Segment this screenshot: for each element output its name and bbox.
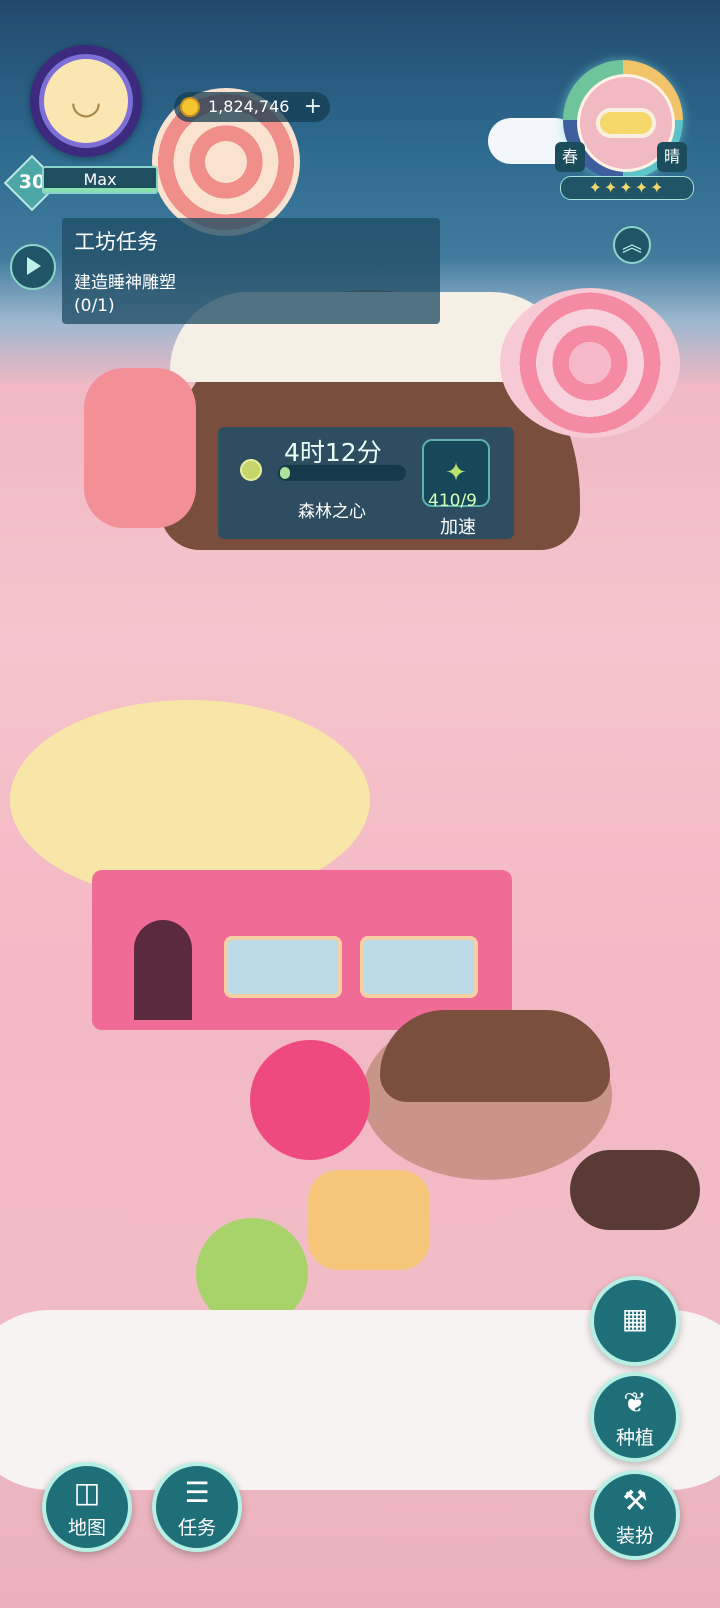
forest-heart-icon — [240, 459, 262, 481]
task-button[interactable]: ☰ 任务 — [152, 1462, 242, 1552]
avatar-face-icon: ◡ — [39, 54, 133, 148]
grid-icon: ▦ — [621, 1302, 649, 1335]
dress-up-button[interactable]: ⚒ 装扮 — [590, 1470, 680, 1560]
coin-counter: 1,824,746 + — [174, 92, 330, 122]
weather-label: 晴 — [657, 142, 687, 172]
inventory-grid-button[interactable]: ▦ — [590, 1276, 680, 1366]
strawberry-cake-decoration — [84, 368, 196, 528]
task-title: 工坊任务 — [74, 230, 158, 254]
clipboard-icon: ☰ — [184, 1476, 210, 1509]
task-description: 建造睡神雕塑 — [74, 273, 176, 293]
season-label: 春 — [555, 142, 585, 172]
speedup-button[interactable]: 加速 — [440, 513, 476, 539]
build-progress-bar — [278, 465, 406, 481]
plant-button[interactable]: ❦ 种植 — [590, 1372, 680, 1462]
small-donut-decoration — [570, 1150, 700, 1230]
collapse-button[interactable]: ︽ — [613, 226, 651, 264]
hammer-icon: ⚒ — [622, 1484, 648, 1517]
build-time-remaining: 4时12分 — [284, 438, 382, 467]
build-item-name: 森林之心 — [298, 502, 366, 522]
map-icon: ◫ — [73, 1476, 101, 1509]
season-stars: ✦✦✦✦✦ — [560, 176, 694, 200]
level-label: Max — [83, 170, 117, 189]
house-window-decoration — [360, 936, 478, 998]
workshop-task-panel[interactable]: 工坊任务 建造睡神雕塑 (0/1) — [62, 218, 440, 324]
game-scene[interactable]: ◡ 30 Max 1,824,746 + 春 晴 ✦✦✦✦✦ ︽ 工坊任务 建造… — [0, 0, 720, 1608]
speedup-count: 410/9 — [428, 491, 477, 511]
build-timer-panel: 4时12分 森林之心 ✦ 410/9 加速 — [218, 427, 514, 539]
task-panel-toggle-button[interactable] — [10, 244, 56, 290]
avatar-frame: ◡ — [30, 45, 142, 157]
task-progress: (0/1) — [74, 296, 115, 316]
coin-value: 1,824,746 — [208, 97, 290, 116]
level-bar: Max — [42, 166, 158, 194]
swirl-decoration — [500, 288, 680, 438]
player-avatar[interactable]: ◡ — [30, 45, 142, 157]
task-label: 任务 — [177, 1517, 216, 1539]
house-door-decoration — [134, 920, 192, 1020]
map-label: 地图 — [67, 1517, 106, 1539]
plant-label: 种植 — [615, 1427, 654, 1449]
map-button[interactable]: ◫ 地图 — [42, 1462, 132, 1552]
sprout-icon: ❦ — [623, 1386, 647, 1419]
add-coins-button[interactable]: + — [304, 94, 322, 120]
chocolate-icing-decoration — [380, 1010, 610, 1102]
cake-decoration — [308, 1170, 430, 1270]
coin-icon — [180, 97, 200, 117]
house-window-decoration — [224, 936, 342, 998]
dress-up-label: 装扮 — [615, 1525, 654, 1547]
build-progress-fill — [280, 467, 290, 479]
pink-donut-decoration — [250, 1040, 370, 1160]
